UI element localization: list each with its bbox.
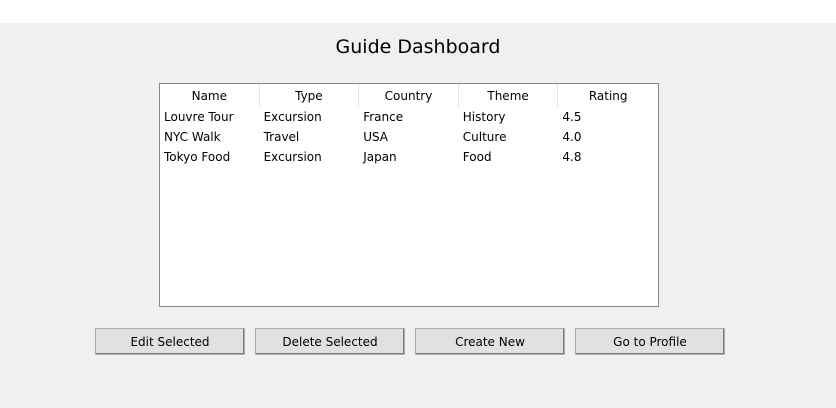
cell-name: Tokyo Food xyxy=(164,150,231,164)
create-new-button[interactable]: Create New xyxy=(415,328,565,355)
cell-rating: 4.8 xyxy=(562,150,582,164)
cell-country: USA xyxy=(363,130,389,144)
cell-name: NYC Walk xyxy=(164,130,221,144)
cell-name: Louvre Tour xyxy=(164,110,234,124)
table-row[interactable]: NYC Walk Travel USA Culture 4.0 xyxy=(160,127,658,147)
guides-table[interactable]: Name Type Country Theme Rating Louvre To… xyxy=(159,83,659,307)
cell-rating: 4.5 xyxy=(562,110,582,124)
dashboard-window: Guide Dashboard Name Type Country Theme … xyxy=(0,23,836,408)
cell-country: Japan xyxy=(363,150,397,164)
cell-theme: Food xyxy=(462,150,492,164)
cell-type: Excursion xyxy=(263,110,322,124)
table-header: Name Type Country Theme Rating xyxy=(160,84,658,107)
cell-type: Excursion xyxy=(263,150,322,164)
column-header-rating[interactable]: Rating xyxy=(558,84,658,107)
column-header-theme[interactable]: Theme xyxy=(459,84,559,107)
go-to-profile-button[interactable]: Go to Profile xyxy=(575,328,725,355)
cell-theme: History xyxy=(462,110,506,124)
cell-rating: 4.0 xyxy=(562,130,582,144)
column-header-country[interactable]: Country xyxy=(359,84,459,107)
cell-type: Travel xyxy=(263,130,300,144)
table-row[interactable]: Tokyo Food Excursion Japan Food 4.8 xyxy=(160,147,658,167)
delete-selected-button[interactable]: Delete Selected xyxy=(255,328,405,355)
column-header-name[interactable]: Name xyxy=(160,84,260,107)
page-title: Guide Dashboard xyxy=(335,36,501,58)
cell-country: France xyxy=(363,110,404,124)
cell-theme: Culture xyxy=(462,130,507,144)
column-header-type[interactable]: Type xyxy=(260,84,360,107)
edit-selected-button[interactable]: Edit Selected xyxy=(95,328,245,355)
table-row[interactable]: Louvre Tour Excursion France History 4.5 xyxy=(160,107,658,127)
